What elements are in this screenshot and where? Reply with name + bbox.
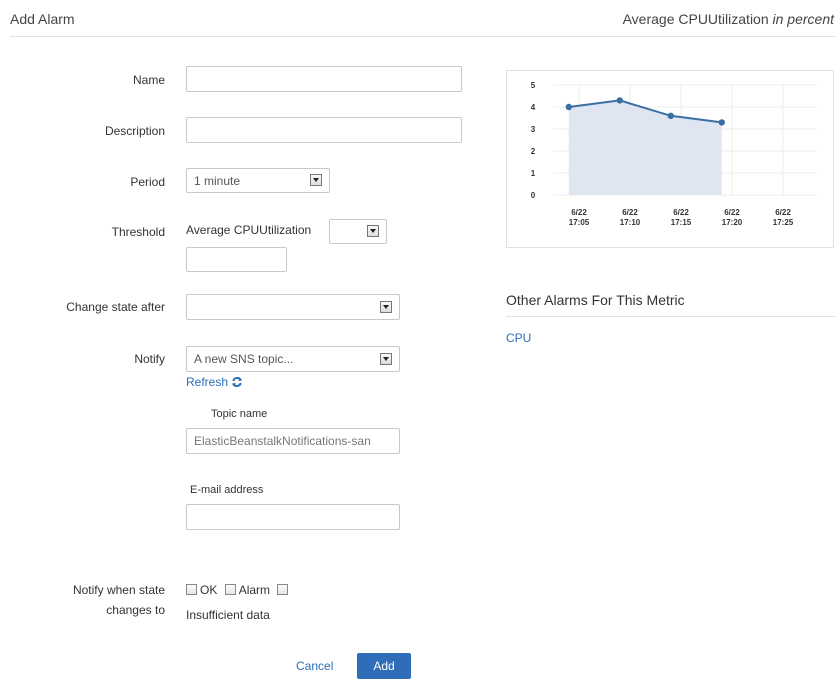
cpu-chart-svg: 0123456/2217:056/2217:106/2217:156/2217:…	[531, 81, 817, 227]
notify-state-label-line1: Notify when state	[72, 583, 165, 597]
state-option-ok[interactable]: OK	[186, 583, 217, 597]
data-point	[616, 97, 623, 104]
threshold-value-input[interactable]	[186, 247, 287, 272]
y-tick-label: 1	[531, 169, 536, 178]
email-label: E-mail address	[190, 484, 264, 496]
refresh-link[interactable]: Refresh	[186, 375, 243, 389]
topic-name-label: Topic name	[211, 408, 268, 420]
x-tick-label: 6/22	[622, 208, 638, 217]
refresh-label: Refresh	[186, 375, 229, 389]
period-value: 1 minute	[194, 174, 241, 188]
x-tick-label: 6/22	[673, 208, 689, 217]
topic-name-input[interactable]	[186, 428, 400, 454]
chevron-down-icon	[310, 174, 322, 186]
description-input[interactable]	[186, 117, 462, 143]
alarm-link-cpu[interactable]: CPU	[506, 331, 531, 345]
cancel-button[interactable]: Cancel	[296, 659, 333, 673]
cpu-chart: 0 1 2 3 4 5 6/22 17:05 6/22 17:10 6/22 17:15 6/22 17:…	[506, 70, 834, 248]
page-title: Add Alarm	[10, 11, 75, 27]
state-option-label: OK	[200, 583, 218, 597]
x-tick-label: 6/22	[724, 208, 740, 217]
y-tick-label: 4	[531, 103, 536, 112]
change-state-select[interactable]	[186, 294, 400, 320]
threshold-metric: Average CPUUtilization	[186, 223, 312, 237]
threshold-operator-select[interactable]	[329, 219, 387, 244]
description-label: Description	[104, 124, 165, 138]
add-button[interactable]: Add	[357, 653, 411, 679]
period-select[interactable]: 1 minute	[186, 168, 330, 193]
state-option-label: Insufficient data	[186, 608, 270, 622]
data-point	[565, 103, 572, 111]
name-label: Name	[132, 73, 165, 87]
chevron-down-icon	[380, 301, 392, 313]
email-input[interactable]	[186, 504, 400, 530]
chevron-down-icon	[367, 225, 379, 237]
x-tick-label: 6/22	[571, 208, 587, 217]
y-tick-label: 5	[531, 81, 536, 90]
notify-state-label: Notify when state changes to	[5, 580, 165, 620]
state-options: OK Alarm	[186, 580, 291, 600]
alarm-checkbox[interactable]	[224, 584, 236, 595]
y-tick-label: 2	[531, 147, 536, 156]
threshold-label: Threshold	[111, 225, 165, 239]
notify-value: A new SNS topic...	[194, 352, 294, 366]
ok-checkbox[interactable]	[186, 584, 197, 595]
x-tick-label: 17:15	[671, 218, 692, 227]
other-alarms-divider	[506, 316, 836, 317]
metric-heading: Average CPUUtilization in percent	[623, 11, 834, 27]
x-tick-label: 6/22	[775, 208, 791, 217]
notify-select[interactable]: A new SNS topic...	[186, 346, 400, 372]
x-tick-label: 17:25	[773, 218, 794, 227]
change-state-label: Change state after	[66, 300, 165, 314]
header-divider	[10, 36, 836, 37]
other-alarms-title: Other Alarms For This Metric	[506, 292, 685, 308]
name-input[interactable]	[186, 66, 462, 92]
x-tick-label: 17:20	[722, 218, 743, 227]
insufficient-data-checkbox[interactable]	[277, 584, 289, 595]
notify-state-label-line2: changes to	[106, 603, 165, 617]
chevron-down-icon	[380, 353, 392, 365]
x-tick-label: 17:10	[620, 218, 641, 227]
series-area	[568, 100, 722, 195]
x-tick-label: 17:05	[569, 218, 590, 227]
state-option-alarm[interactable]: Alarm	[224, 583, 271, 597]
period-label: Period	[130, 175, 165, 189]
metric-unit: in percent	[772, 11, 834, 27]
notify-label: Notify	[134, 352, 165, 366]
data-point	[718, 119, 725, 126]
y-tick-label: 0	[531, 191, 536, 200]
state-option-label: Alarm	[238, 583, 271, 597]
y-tick-label: 3	[531, 125, 536, 134]
data-point	[667, 112, 674, 119]
refresh-icon	[232, 376, 243, 388]
metric-name: Average CPUUtilization	[622, 11, 769, 27]
